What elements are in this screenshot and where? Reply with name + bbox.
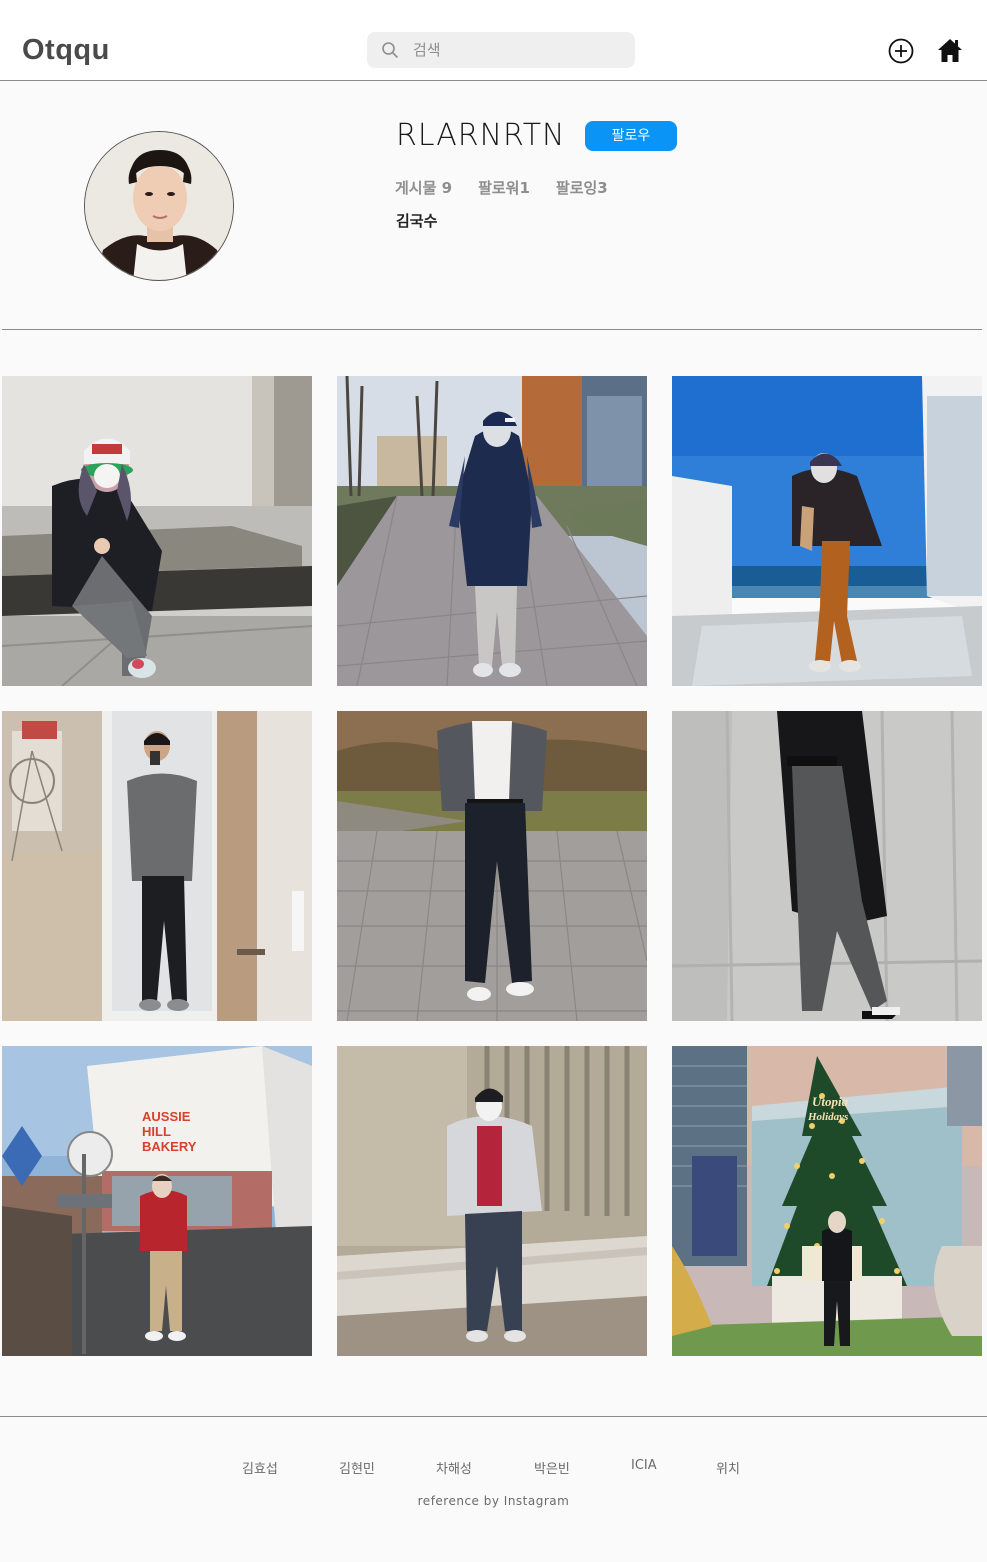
search-input[interactable] <box>413 32 613 68</box>
followers-count[interactable]: 팔로워1 <box>478 177 530 198</box>
posts-count: 게시물 9 <box>395 179 453 197</box>
christmas-tree-photo: Utopia Holidays <box>672 1046 982 1356</box>
following-count[interactable]: 팔로잉3 <box>556 177 608 198</box>
post-thumbnail-7[interactable]: AUSSIE HILL BAKERY <box>2 1046 312 1356</box>
post-grid: AUSSIE HILL BAKERY Utopia Holidays <box>2 376 982 1356</box>
bakery-sign-line-2: HILL <box>142 1124 171 1139</box>
footer-link-4[interactable]: 박은빈 <box>534 1458 570 1477</box>
search-icon <box>382 42 398 58</box>
footer-link-icia[interactable]: ICIA <box>631 1458 657 1473</box>
tree-sign-line-1: Utopia <box>812 1094 849 1109</box>
footer-divider <box>0 1416 987 1417</box>
search-bar[interactable] <box>367 32 635 68</box>
bakery-sign-line-3: BAKERY <box>142 1139 197 1154</box>
person-door-mirror-photo <box>2 711 312 1021</box>
post-thumbnail-8[interactable] <box>337 1046 647 1356</box>
footer-link-location[interactable]: 위치 <box>716 1458 740 1477</box>
profile-avatar[interactable] <box>84 131 234 281</box>
profile-photo <box>85 132 233 280</box>
plus-circle-icon[interactable] <box>887 37 915 65</box>
profile-stats: 게시물 9 팔로워1 팔로잉3 <box>395 177 634 198</box>
post-thumbnail-9[interactable]: Utopia Holidays <box>672 1046 982 1356</box>
post-thumbnail-2[interactable] <box>337 376 647 686</box>
person-coat-wall-photo <box>672 711 982 1021</box>
profile-full-name: 김국수 <box>396 212 438 230</box>
post-thumbnail-4[interactable] <box>2 711 312 1021</box>
aussie-hill-bakery-photo: AUSSIE HILL BAKERY <box>2 1046 312 1356</box>
follow-button[interactable]: 팔로우 <box>585 121 677 151</box>
footer-links: 김효섭 김현민 차해성 박은빈 ICIA 위치 <box>0 1458 987 1478</box>
footer-link-3[interactable]: 차해성 <box>436 1458 472 1477</box>
home-icon[interactable] <box>936 36 964 64</box>
profile-username: RLARNRTN <box>396 118 566 153</box>
tree-sign-line-2: Holidays <box>807 1111 848 1123</box>
footer-link-2[interactable]: 김현민 <box>339 1458 375 1477</box>
top-nav-bar: Otqqu <box>0 0 987 81</box>
person-street-coat-photo <box>337 376 647 686</box>
post-thumbnail-6[interactable] <box>672 711 982 1021</box>
post-thumbnail-1[interactable] <box>2 376 312 686</box>
person-puffer-wall-photo <box>337 1046 647 1356</box>
footer-link-1[interactable]: 김효섭 <box>242 1458 278 1477</box>
app-logo[interactable]: Otqqu <box>22 34 110 67</box>
reference-credit: reference by Instagram <box>417 1494 570 1508</box>
person-sitting-photo <box>2 376 312 686</box>
bakery-sign-line-1: AUSSIE <box>142 1109 191 1124</box>
person-beach-photo <box>672 376 982 686</box>
person-cardigan-photo <box>337 711 647 1021</box>
post-thumbnail-3[interactable] <box>672 376 982 686</box>
post-thumbnail-5[interactable] <box>337 711 647 1021</box>
profile-divider <box>2 329 982 330</box>
